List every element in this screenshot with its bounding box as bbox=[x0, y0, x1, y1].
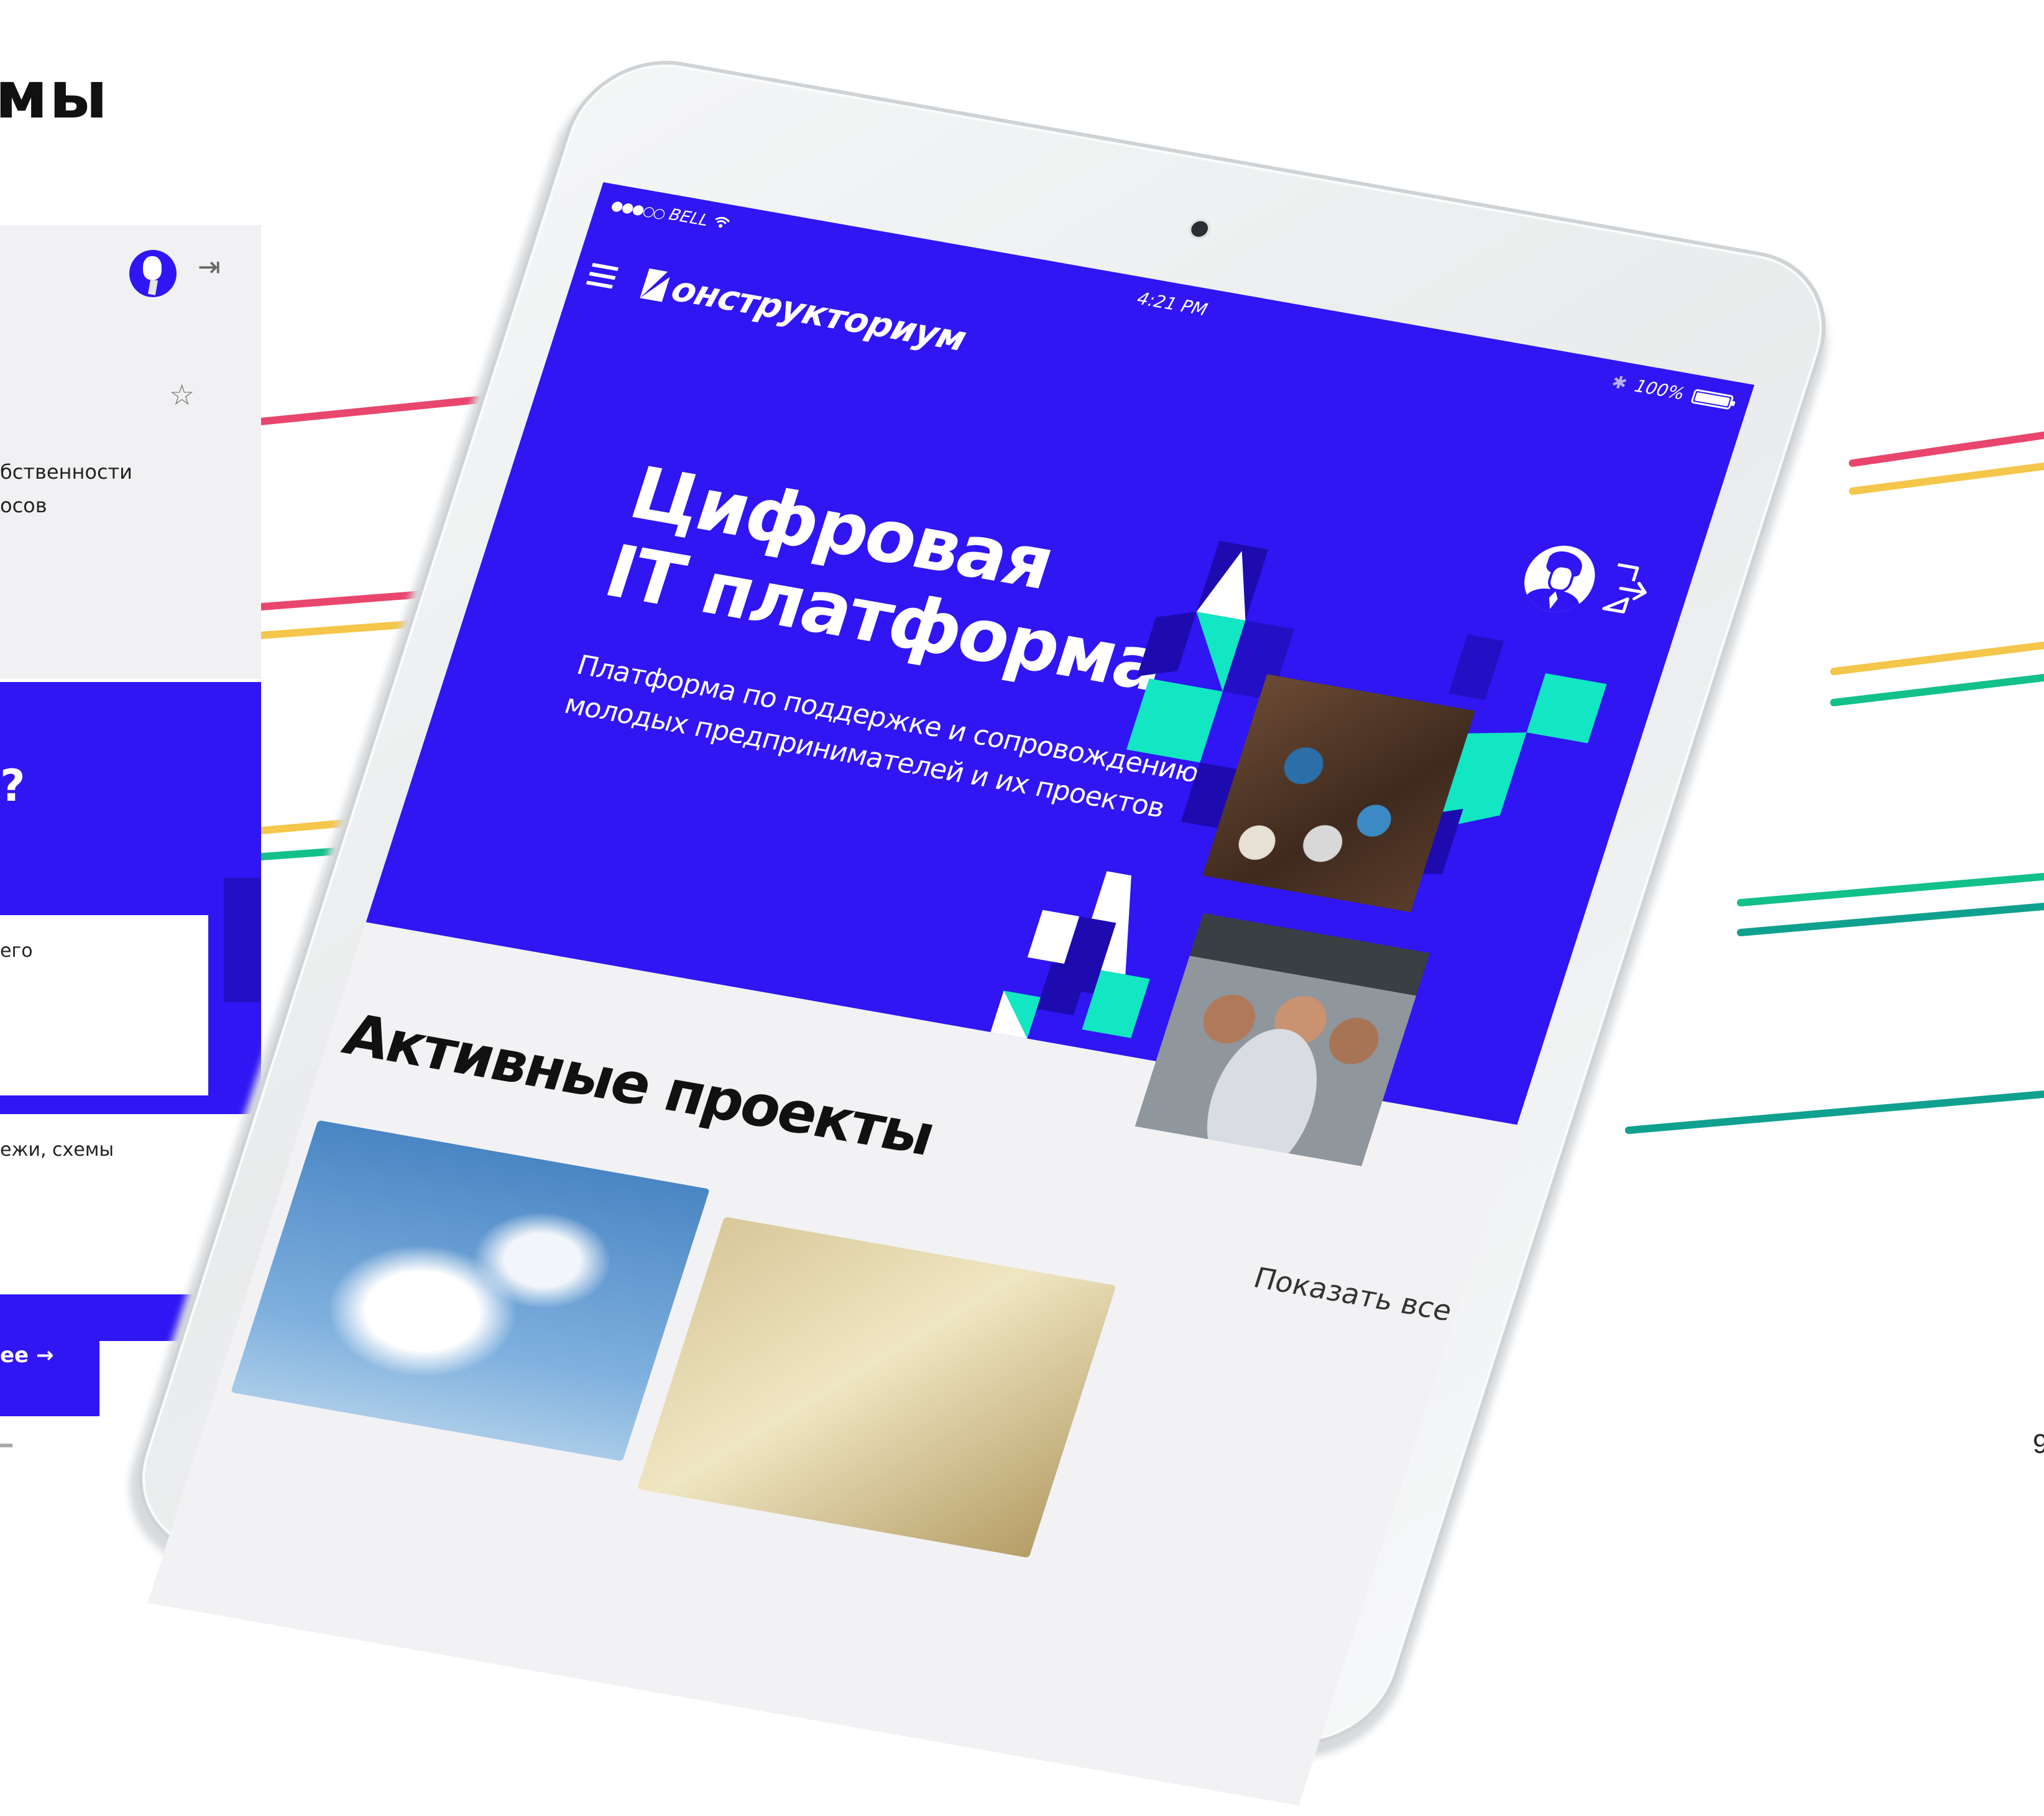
left-app-text: осов bbox=[0, 494, 47, 517]
logo-text: онструкториум bbox=[666, 269, 971, 359]
left-app-decor-block bbox=[224, 878, 261, 1002]
project-card-sky[interactable] bbox=[231, 1120, 710, 1462]
logout-icon[interactable]: ⇥ bbox=[198, 254, 221, 281]
avatar[interactable] bbox=[129, 250, 177, 297]
left-app-question-heading: ? bbox=[0, 760, 25, 811]
more-button-label: ее → bbox=[0, 1343, 54, 1368]
show-all-link[interactable]: Показать все bbox=[1250, 1261, 1456, 1327]
left-app-card-text: его bbox=[0, 940, 33, 962]
battery-percent: 100% bbox=[1632, 376, 1688, 404]
hamburger-menu-icon[interactable] bbox=[586, 262, 619, 291]
left-app-more-button[interactable]: ее → bbox=[0, 1294, 99, 1416]
battery-icon bbox=[1690, 388, 1734, 410]
left-app-header bbox=[0, 225, 261, 679]
project-card[interactable] bbox=[637, 1216, 1116, 1558]
left-app-divider bbox=[0, 1444, 12, 1447]
hero-section: ●●●○○ BELL 4:21 PM ✱ 100% онструкториум … bbox=[366, 182, 1755, 1166]
avatar-tie bbox=[148, 279, 158, 295]
left-app-text: бственности bbox=[0, 460, 132, 484]
slide-title: мы bbox=[0, 57, 109, 133]
star-icon[interactable]: ☆ bbox=[169, 380, 195, 409]
logo[interactable]: онструкториум bbox=[636, 264, 971, 359]
avatar-head bbox=[143, 256, 162, 280]
slide-page-number: 9 bbox=[2033, 1429, 2044, 1459]
camera-icon bbox=[1189, 219, 1210, 238]
left-app-text: ежи, схемы bbox=[0, 1139, 114, 1161]
status-bar-battery: ✱ 100% bbox=[1609, 372, 1735, 412]
